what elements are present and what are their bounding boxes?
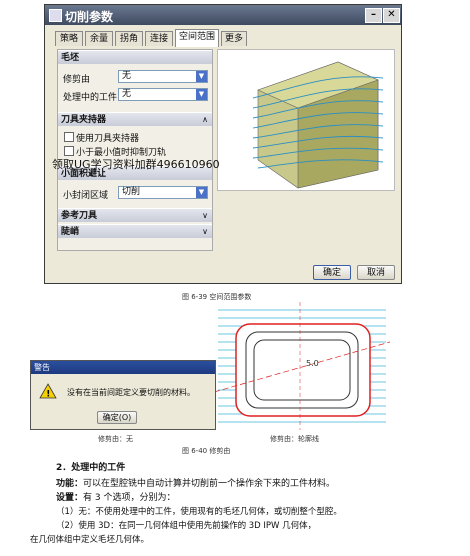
small-closed-label: 小封闭区域: [63, 191, 109, 201]
function-label: 功能：: [56, 479, 84, 489]
chevron-down-icon: ▼: [196, 187, 207, 198]
parameter-panel: 毛坯 修剪由 无 ▼ 处理中的工件 无 ▼ 刀具夹持器 ∧ 使用刀具夹持器 小于最小值…: [57, 49, 213, 251]
chevron-down-icon: ∨: [202, 227, 208, 236]
chevron-down-icon: ▼: [196, 71, 207, 82]
function-text: 可以在型腔铣中自动计算并切削前一个操作余下来的工件材料。: [83, 479, 336, 489]
tab-stock[interactable]: 余量: [85, 31, 113, 46]
fig-6-40-left-label: 修剪由：无: [98, 435, 133, 443]
tab-more[interactable]: 更多: [221, 31, 247, 46]
tab-strategy[interactable]: 策略: [55, 31, 83, 46]
section-tool-holder-title: 刀具夹持器: [61, 115, 107, 125]
chevron-down-icon: ▼: [196, 89, 207, 100]
warning-title: 警告: [31, 361, 215, 374]
section-tool-holder[interactable]: 刀具夹持器 ∧: [58, 112, 212, 126]
dialog-title: 切削参数: [65, 10, 114, 24]
minimize-icon[interactable]: –: [365, 8, 382, 23]
small-closed-dropdown[interactable]: 切削 ▼: [118, 186, 208, 199]
close-icon[interactable]: ✕: [383, 8, 400, 23]
tab-containment[interactable]: 空间范围: [175, 29, 219, 47]
app-icon: [49, 9, 62, 22]
ipw-label: 处理中的工件: [63, 93, 118, 103]
settings-label: 设置：: [56, 493, 84, 503]
option-none: （1）无：不使用处理中的工件，使用现有的毛坯几何体，或切削整个型腔。: [56, 507, 342, 517]
paragraph-settings: 设置：有 3 个选项，分别为：: [56, 492, 175, 505]
dimension-annotation: 5.0: [306, 359, 319, 368]
ipw-dropdown[interactable]: 无 ▼: [118, 88, 208, 101]
option-3d: （2）使用 3D：在同一几何体组中使用先前操作的 3D IPW 几何体，: [56, 521, 317, 531]
section-steep-title: 陡峭: [61, 227, 80, 237]
warning-message: 没有在当前间距定义要切削的材料。: [67, 388, 195, 397]
ok-button[interactable]: 确定: [313, 265, 351, 280]
part-3d-illustration: [252, 61, 384, 189]
use-holder-label: 使用刀具夹持器: [76, 134, 140, 144]
watermark-text: 领取UG学习资料加群496610960: [52, 158, 220, 171]
fig-6-39-caption: 图 6-39 空间范围参数: [182, 293, 252, 301]
section-steep[interactable]: 陡峭 ∨: [58, 224, 212, 238]
option-3d-continued: 在几何体组中定义毛坯几何体。: [30, 535, 150, 545]
warning-ok-button[interactable]: 确定(O): [97, 411, 137, 424]
dialog-titlebar: 切削参数 – ✕: [45, 5, 401, 25]
section-blank-title: 毛坯: [61, 53, 80, 63]
section-heading: 2．处理中的工件: [56, 463, 126, 473]
min-value-checkbox[interactable]: [64, 146, 74, 156]
trim-by-value: 无: [122, 71, 132, 81]
paragraph-function: 功能：可以在型腔铣中自动计算并切削前一个操作余下来的工件材料。: [56, 478, 335, 491]
chevron-up-icon: ∧: [202, 115, 208, 124]
fig-6-40-caption: 图 6-40 修剪由: [182, 447, 231, 455]
warning-icon: !: [39, 383, 57, 399]
use-holder-checkbox[interactable]: [64, 132, 74, 142]
section-ref-tool-title: 参考刀具: [61, 211, 98, 221]
trim-by-outline-figure: 5.0: [214, 302, 390, 430]
tab-corner[interactable]: 拐角: [115, 31, 143, 46]
warning-dialog: 警告 ! 没有在当前间距定义要切削的材料。 确定(O): [30, 360, 216, 430]
svg-text:!: !: [46, 390, 50, 400]
section-blank[interactable]: 毛坯: [58, 50, 212, 64]
settings-text: 有 3 个选项，分别为：: [83, 493, 176, 503]
cancel-button[interactable]: 取消: [357, 265, 395, 280]
containment-preview-image: [217, 49, 395, 191]
chevron-down-icon: ∨: [202, 211, 208, 220]
tab-connect[interactable]: 连接: [145, 31, 173, 46]
section-ref-tool[interactable]: 参考刀具 ∨: [58, 208, 212, 222]
cut-parameters-dialog: 切削参数 – ✕ 策略 余量 拐角 连接 空间范围 更多 毛坯 修剪由 无 ▼ 处…: [44, 4, 402, 284]
fig-6-40-right-label: 修剪由：轮廓线: [270, 435, 319, 443]
trim-by-label: 修剪由: [63, 75, 91, 85]
trim-by-dropdown[interactable]: 无 ▼: [118, 70, 208, 83]
small-closed-value: 切削: [122, 187, 141, 197]
ipw-value: 无: [122, 89, 132, 99]
